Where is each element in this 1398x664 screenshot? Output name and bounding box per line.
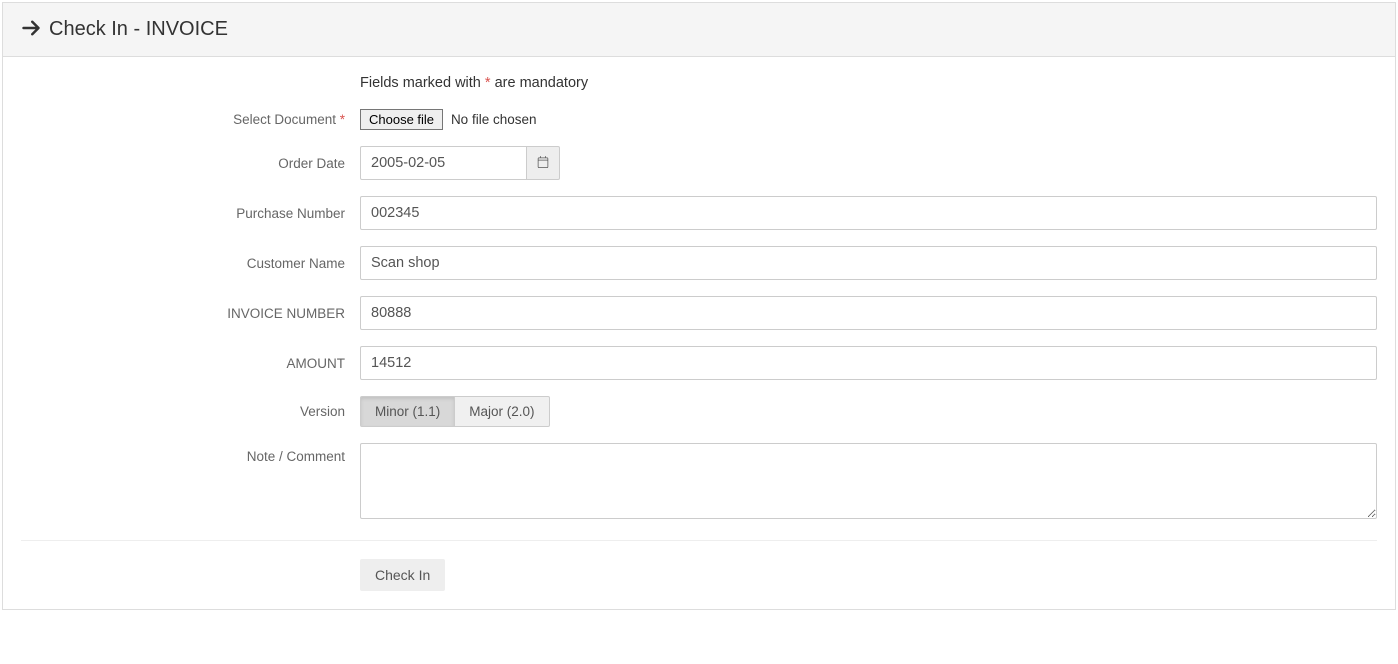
mandatory-note: Fields marked with * are mandatory (360, 75, 1377, 91)
label-customer-name: Customer Name (21, 256, 360, 271)
checkin-button[interactable]: Check In (360, 559, 445, 591)
version-major-button[interactable]: Major (2.0) (455, 396, 549, 427)
arrow-right-icon (21, 18, 49, 41)
label-amount: AMOUNT (21, 356, 360, 371)
invoice-number-input[interactable] (360, 296, 1377, 330)
row-amount: AMOUNT (21, 346, 1377, 380)
label-order-date: Order Date (21, 156, 360, 171)
purchase-number-input[interactable] (360, 196, 1377, 230)
checkin-panel: Check In - INVOICE Fields marked with * … (2, 2, 1396, 610)
row-purchase-number: Purchase Number (21, 196, 1377, 230)
row-version: Version Minor (1.1) Major (2.0) (21, 396, 1377, 427)
panel-header: Check In - INVOICE (3, 3, 1395, 57)
label-version: Version (21, 404, 360, 419)
calendar-button[interactable] (527, 146, 560, 180)
form-body: Fields marked with * are mandatory Selec… (3, 57, 1395, 609)
divider (21, 540, 1377, 541)
row-select-document: Select Document * Choose file No file ch… (21, 109, 1377, 130)
label-invoice-number: INVOICE NUMBER (21, 306, 360, 321)
label-purchase-number: Purchase Number (21, 206, 360, 221)
customer-name-input[interactable] (360, 246, 1377, 280)
mandatory-note-suffix: are mandatory (491, 75, 589, 91)
row-note: Note / Comment (21, 443, 1377, 522)
page-title: Check In - INVOICE (49, 18, 228, 41)
row-invoice-number: INVOICE NUMBER (21, 296, 1377, 330)
order-date-input[interactable] (360, 146, 527, 180)
version-toggle-group: Minor (1.1) Major (2.0) (360, 396, 550, 427)
choose-file-button[interactable]: Choose file (360, 109, 443, 130)
mandatory-note-prefix: Fields marked with (360, 75, 485, 91)
order-date-group (360, 146, 560, 180)
row-order-date: Order Date (21, 146, 1377, 180)
row-customer-name: Customer Name (21, 246, 1377, 280)
file-chosen-status: No file chosen (451, 112, 537, 127)
row-submit: Check In (360, 559, 1377, 591)
amount-input[interactable] (360, 346, 1377, 380)
version-minor-button[interactable]: Minor (1.1) (360, 396, 455, 427)
calendar-icon (537, 155, 549, 171)
label-select-document: Select Document * (21, 112, 360, 127)
note-textarea[interactable] (360, 443, 1377, 519)
label-note: Note / Comment (21, 443, 360, 464)
